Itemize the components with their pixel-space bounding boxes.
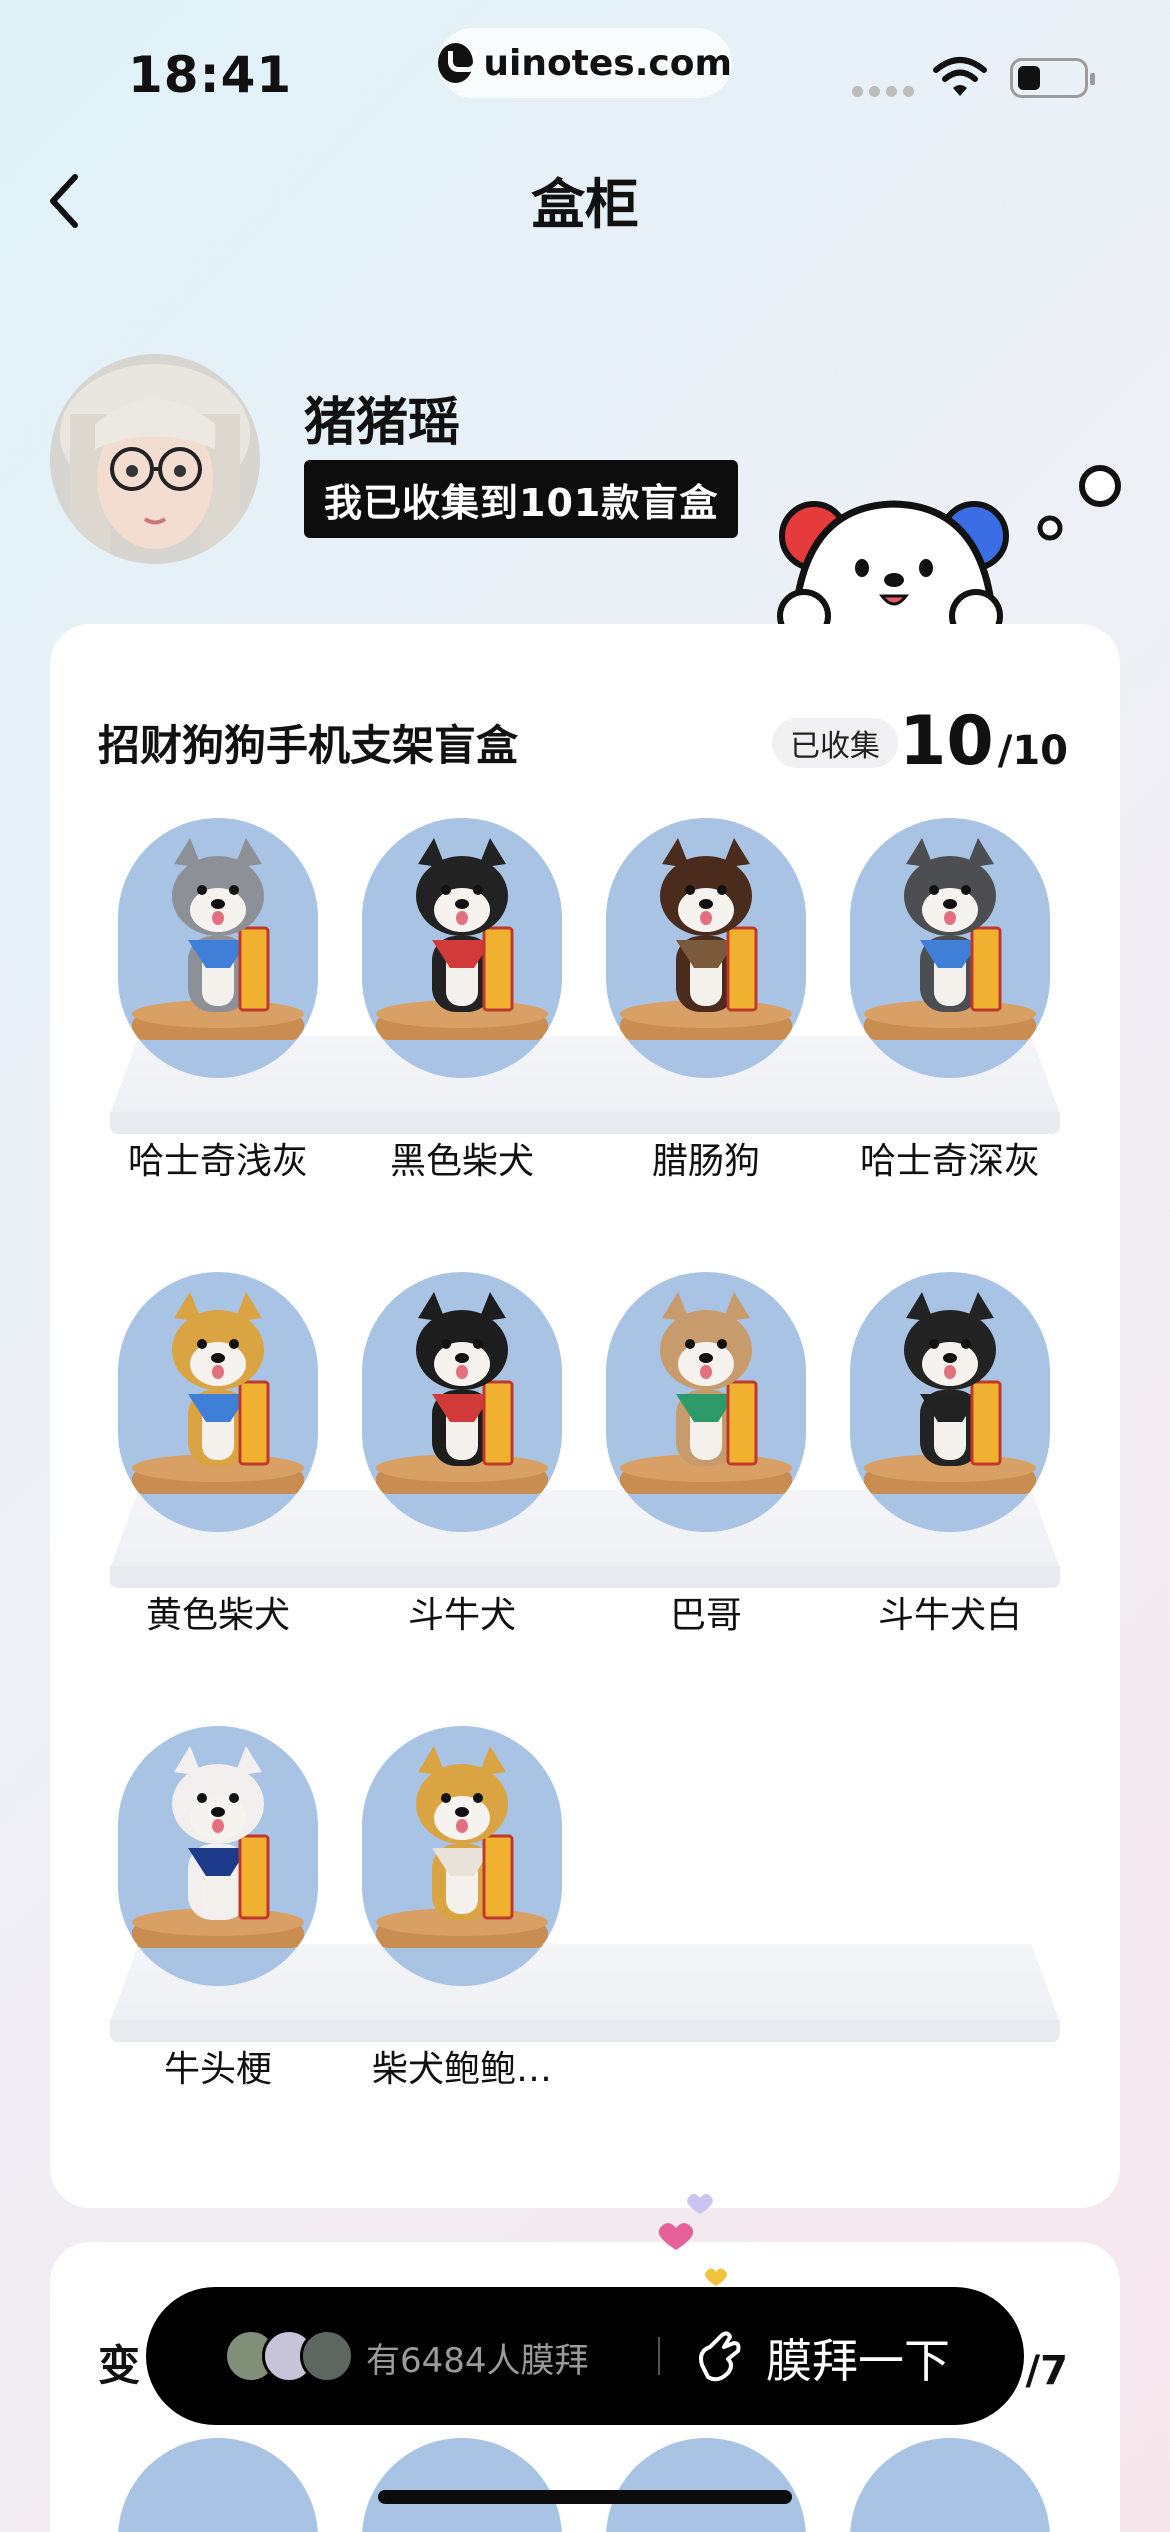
figure-name: 哈士奇深灰 [859,1141,1040,1182]
hearts-icon [658,2194,727,2286]
collected-number: 10 [899,702,994,781]
figure-thumb[interactable] [606,2438,806,2532]
dog-figure-icon [620,838,792,1040]
shelf-edge [110,1566,1060,1588]
home-indicator [378,2490,792,2504]
worship-bar: 有6484人膜拜 膜拜一下 [146,2287,1024,2425]
figure-item[interactable] [362,1726,562,1986]
signal-icon [852,86,914,97]
collected-count: 10 /10 [899,702,1068,781]
figure-item[interactable] [118,1726,318,1986]
dog-figure-icon [864,1292,1036,1494]
figure-item[interactable] [362,1272,562,1532]
figure-name: 牛头梗 [163,2049,272,2090]
url-pill[interactable]: uinotes.com [438,28,732,98]
figure-name: 黄色柴犬 [145,1595,290,1636]
dog-figure-icon [132,1746,304,1948]
worshipper-avatars [224,2329,354,2385]
uinotes-logo-icon [438,43,479,83]
collected-total: /10 [997,728,1068,774]
figure-item[interactable] [362,818,562,1078]
dog-figure-icon [376,1746,548,1948]
dog-figure-icon [132,1292,304,1494]
figure-name: 柴犬鲍鲍… [371,2049,552,2090]
worship-count: 有6484人膜拜 [366,2341,589,2381]
worship-button[interactable]: 膜拜一下 [766,2325,950,2391]
figure-thumb[interactable] [118,2438,318,2532]
figure-item[interactable] [606,1272,806,1532]
figure-name: 腊肠狗 [651,1141,760,1182]
bear-mascot-icon [777,465,1121,646]
figure-name: 巴哥 [669,1595,742,1636]
series-card: 招财狗狗手机支架盲盒 已收集 10 /10 哈士奇浅灰 黑色柴犬 腊肠狗 哈士奇深灰黄… [50,624,1120,2208]
wifi-icon [933,57,987,96]
figure-item[interactable] [118,1272,318,1532]
page-title: 盒柜 [531,173,639,236]
figure-item[interactable] [850,818,1050,1078]
dog-figure-icon [864,838,1036,1040]
second-series-title: 变 [98,2341,141,2390]
shelf-edge [110,1112,1060,1134]
figure-name: 黑色柴犬 [389,1141,534,1182]
figure-name: 斗牛犬 [407,1595,516,1636]
figure-thumb[interactable] [362,2438,562,2532]
status-time: 18:41 [128,46,293,104]
url-text: uinotes.com [483,42,732,84]
figure-item[interactable] [850,1272,1050,1532]
dog-figure-icon [376,838,548,1040]
figure-thumb[interactable] [850,2438,1050,2532]
username: 猪猪瑶 [304,393,461,453]
figure-name: 斗牛犬白 [877,1595,1022,1636]
avatar [300,2329,354,2383]
second-series-count: /7 [1025,2348,1068,2394]
avatar[interactable] [50,354,260,564]
series-title: 招财狗狗手机支架盲盒 [98,721,519,770]
dog-figure-icon [620,1292,792,1494]
figure-item[interactable] [606,818,806,1078]
status-bar: 18:41 uinotes.com [0,0,1170,150]
hand-icon[interactable] [688,2325,750,2387]
dog-figure-icon [132,838,304,1040]
collected-label: 已收集 [772,718,898,768]
divider [658,2337,660,2375]
battery-icon [1010,58,1095,98]
figure-name: 哈士奇浅灰 [127,1141,308,1182]
figure-item[interactable] [118,818,318,1078]
shelf-edge [110,2020,1060,2042]
dog-figure-icon [376,1292,548,1494]
collect-badge: 我已收集到101款盲盒 [304,460,739,538]
